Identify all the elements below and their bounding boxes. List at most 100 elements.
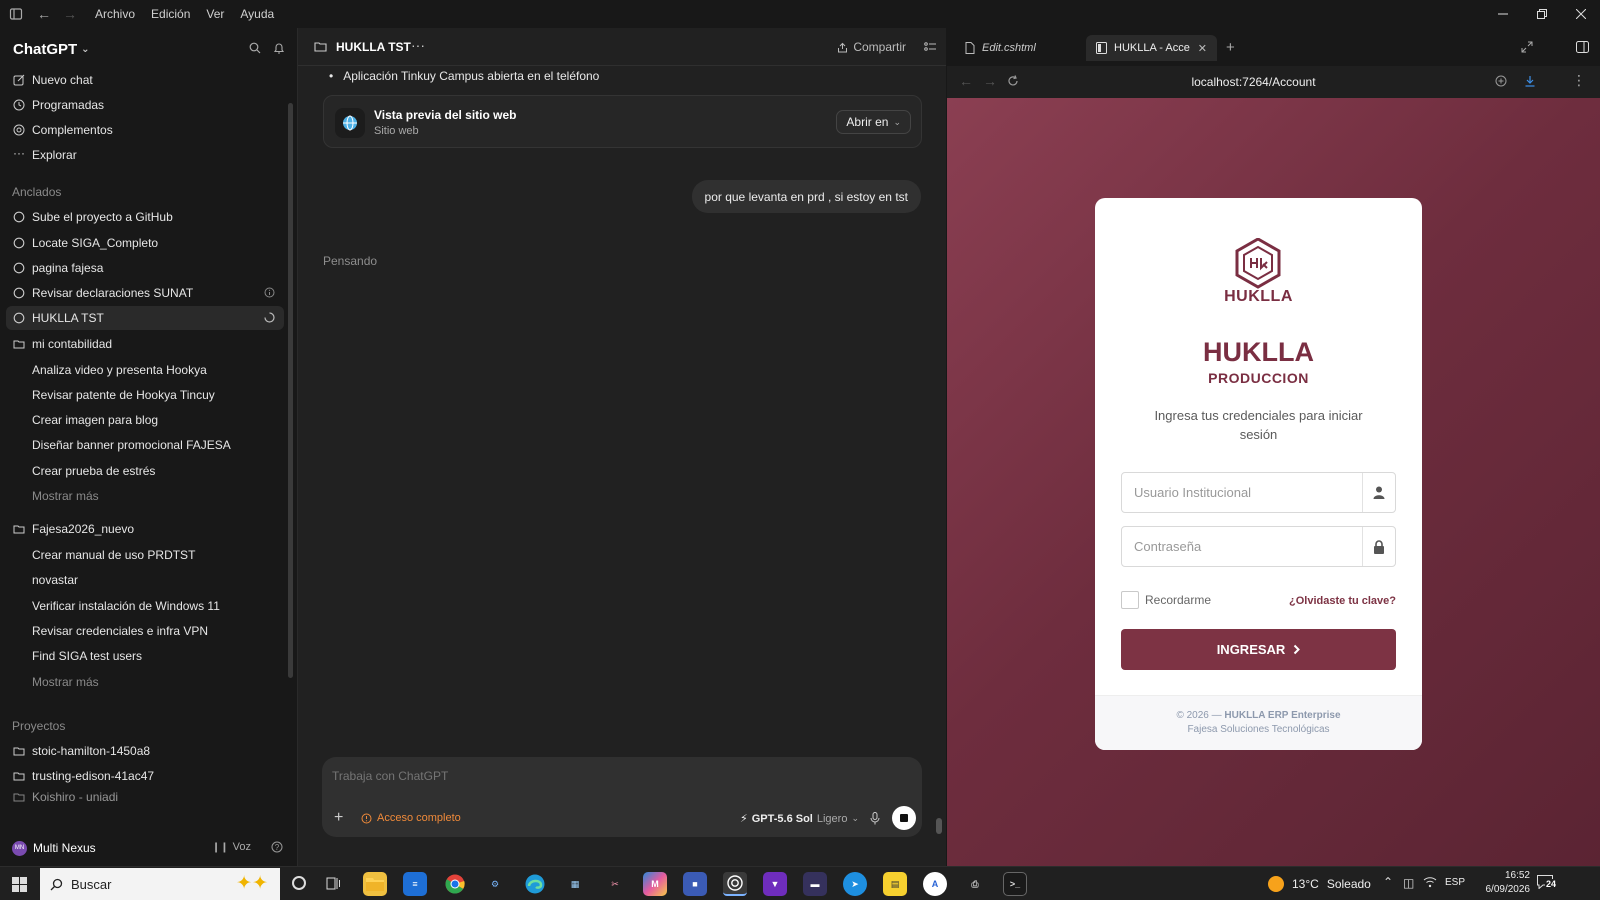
- website-preview-card[interactable]: Vista previa del sitio web Sitio web Abr…: [323, 95, 922, 148]
- nav-explore[interactable]: ··· Explorar: [6, 143, 284, 167]
- notification-center[interactable]: 24: [1537, 875, 1558, 889]
- terminal-app-icon[interactable]: ▬: [803, 872, 827, 896]
- project-item[interactable]: trusting-edison-41ac47: [6, 764, 284, 788]
- message-input[interactable]: [332, 765, 892, 787]
- app-store-icon[interactable]: A: [923, 872, 947, 896]
- folder-chat[interactable]: Revisar patente de Hookya Tincuy: [6, 383, 284, 407]
- folder-chat[interactable]: Diseñar banner promocional FAJESA: [6, 433, 284, 457]
- full-access-button[interactable]: Acceso completo: [361, 812, 461, 824]
- vpn-client-icon[interactable]: ■: [683, 872, 707, 896]
- windows-start-icon[interactable]: [12, 877, 27, 892]
- folder-fajesa2026[interactable]: Fajesa2026_nuevo: [6, 517, 284, 541]
- printer-icon[interactable]: ⎙: [963, 872, 987, 896]
- pinned-chat[interactable]: pagina fajesa: [6, 256, 284, 280]
- task-list-icon[interactable]: [924, 41, 936, 53]
- clock[interactable]: 16:52 6/09/2026: [1478, 869, 1531, 897]
- menu-ver[interactable]: Ver: [198, 7, 232, 21]
- search-icon[interactable]: [249, 42, 261, 54]
- sticky-notes-icon[interactable]: ▤: [883, 872, 907, 896]
- forward-arrow-icon[interactable]: →: [63, 6, 77, 22]
- pinned-chat[interactable]: Locate SIGA_Completo: [6, 231, 284, 255]
- folder-chat[interactable]: Crear imagen para blog: [6, 408, 284, 432]
- pinned-chat-active[interactable]: HUKLLA TST: [6, 306, 284, 330]
- new-tab-icon[interactable]: +: [1226, 39, 1235, 56]
- nav-scheduled[interactable]: Programadas: [6, 93, 284, 117]
- visual-studio-icon[interactable]: ▼: [763, 872, 787, 896]
- sidebar-scrollbar[interactable]: [288, 103, 293, 678]
- tab-edit-cshtml[interactable]: Edit.cshtml: [955, 35, 1075, 61]
- tab-huklla-account[interactable]: HUKLLA - Acce ✕: [1086, 35, 1217, 61]
- password-input[interactable]: [1122, 527, 1362, 566]
- snip-tool-icon[interactable]: ✂: [603, 872, 627, 896]
- help-icon[interactable]: ?: [271, 841, 283, 853]
- brand-menu[interactable]: ChatGPT ⌄: [13, 41, 90, 58]
- folder-mi-contabilidad[interactable]: mi contabilidad: [6, 332, 284, 356]
- chrome-icon[interactable]: [443, 872, 467, 896]
- microphone-icon[interactable]: [870, 812, 880, 825]
- username-input[interactable]: [1122, 473, 1362, 512]
- more-vertical-icon[interactable]: ⋮: [1572, 72, 1586, 89]
- weather-widget[interactable]: 13°C Soleado: [1268, 876, 1371, 892]
- user-profile[interactable]: MN Multi Nexus ❙❙ Voz ?: [0, 830, 297, 866]
- remember-me[interactable]: Recordarme: [1121, 591, 1211, 609]
- folder-chat[interactable]: Verificar instalación de Windows 11: [6, 594, 284, 618]
- close-window-button[interactable]: [1561, 0, 1600, 28]
- folder-chat[interactable]: Crear manual de uso PRDTST: [6, 543, 284, 567]
- chevron-up-icon[interactable]: ⌃: [1383, 875, 1393, 889]
- project-item[interactable]: stoic-hamilton-1450a8: [6, 739, 284, 763]
- m365-icon[interactable]: M: [643, 872, 667, 896]
- url-text[interactable]: localhost:7264/Account: [947, 75, 1560, 89]
- login-button[interactable]: INGRESAR: [1121, 629, 1396, 670]
- file-explorer-icon[interactable]: [363, 872, 387, 896]
- nav-new-chat[interactable]: Nuevo chat: [6, 68, 284, 92]
- show-more-button[interactable]: Mostrar más: [6, 670, 284, 694]
- add-attachment-icon[interactable]: +: [334, 809, 343, 827]
- nav-plugins[interactable]: Complementos: [6, 118, 284, 142]
- folder-chat[interactable]: novastar: [6, 568, 284, 592]
- task-view-icon[interactable]: [326, 876, 341, 891]
- remote-desktop-icon[interactable]: ≡: [403, 872, 427, 896]
- download-icon[interactable]: [1524, 75, 1536, 87]
- project-item[interactable]: Koishiro - uniadi: [6, 789, 284, 805]
- expand-icon[interactable]: [1521, 41, 1533, 53]
- close-tab-icon[interactable]: ✕: [1198, 42, 1207, 55]
- folder-chat[interactable]: Crear prueba de estrés: [6, 459, 284, 483]
- panel-toggle-icon[interactable]: [1576, 41, 1589, 53]
- stop-button[interactable]: [892, 806, 916, 830]
- back-arrow-icon[interactable]: ←: [37, 6, 51, 22]
- admin-tools-icon[interactable]: ▦: [563, 872, 587, 896]
- folder-chat[interactable]: Find SIGA test users: [6, 644, 284, 668]
- language-indicator[interactable]: ESP: [1445, 877, 1465, 888]
- menu-ayuda[interactable]: Ayuda: [232, 7, 282, 21]
- folder-chat[interactable]: Analiza video y presenta Hookya: [6, 358, 284, 382]
- edge-icon[interactable]: [523, 872, 547, 896]
- wifi-icon[interactable]: [1423, 876, 1437, 888]
- folder-chat[interactable]: Revisar credenciales e infra VPN: [6, 619, 284, 643]
- info-icon[interactable]: [264, 287, 275, 298]
- menu-edicion[interactable]: Edición: [143, 7, 198, 21]
- command-prompt-icon[interactable]: >_: [1003, 872, 1027, 896]
- chatgpt-app-icon[interactable]: [723, 872, 747, 896]
- taskbar-search[interactable]: Buscar ✦✦: [40, 868, 280, 900]
- chat-title[interactable]: HUKLLA TST: [336, 40, 411, 54]
- cortana-icon[interactable]: [292, 876, 306, 890]
- chat-scrollbar[interactable]: [936, 818, 942, 834]
- model-selector[interactable]: ⚡ GPT-5.6 Sol Ligero ⌄: [740, 812, 859, 826]
- messaging-icon[interactable]: ➤: [843, 872, 867, 896]
- menu-archivo[interactable]: Archivo: [87, 7, 143, 21]
- show-more-button[interactable]: Mostrar más: [6, 484, 284, 508]
- voice-button[interactable]: ❙❙ Voz: [212, 841, 251, 853]
- forgot-password-link[interactable]: ¿Olvidaste tu clave?: [1289, 595, 1396, 607]
- sidebar-toggle-icon[interactable]: [9, 7, 23, 21]
- minimize-button[interactable]: [1483, 0, 1522, 28]
- network-app-icon[interactable]: ⚙: [483, 872, 507, 896]
- pinned-chat[interactable]: Revisar declaraciones SUNAT: [6, 281, 284, 305]
- restore-button[interactable]: [1522, 0, 1561, 28]
- share-button[interactable]: Compartir: [837, 40, 906, 54]
- add-icon[interactable]: [1495, 75, 1507, 87]
- open-in-button[interactable]: Abrir en ⌄: [836, 110, 911, 134]
- pinned-chat[interactable]: Sube el proyecto a GitHub: [6, 205, 284, 229]
- more-options-icon[interactable]: ···: [411, 37, 425, 53]
- bell-icon[interactable]: [273, 42, 285, 54]
- remember-checkbox[interactable]: [1121, 591, 1139, 609]
